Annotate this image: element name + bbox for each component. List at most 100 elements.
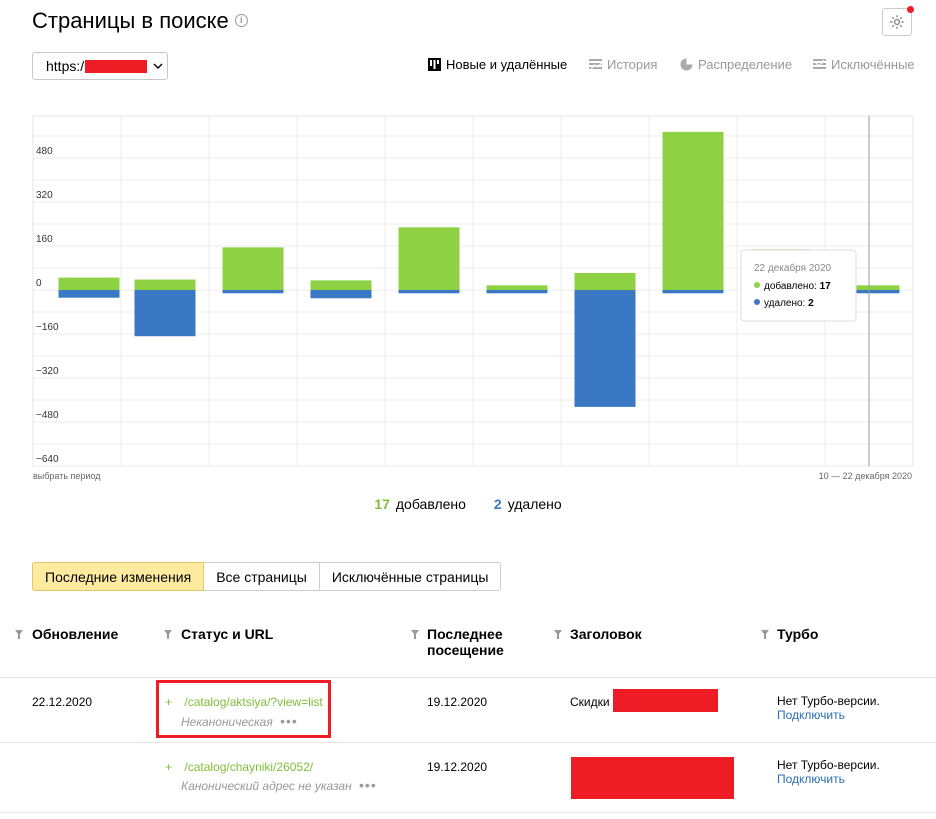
host-select[interactable]: https:/ [32, 52, 168, 80]
tooltip-removed-value: 2 [808, 298, 814, 309]
col-last-visit-line2: посещение [427, 642, 504, 658]
bar-added [310, 280, 372, 290]
summary-removed: 2 удалено [494, 496, 562, 512]
page-url-link[interactable]: /catalog/chayniki/26052/ [184, 760, 313, 774]
page-title: Страницы в поиске i [32, 8, 248, 34]
tab-new-removed[interactable]: Новые и удалённые [428, 57, 567, 72]
removed-label: удалено [507, 496, 562, 512]
row-date: 22.12.2020 [32, 695, 93, 709]
redacted-heading [613, 689, 718, 712]
row-heading: Скидки [570, 695, 610, 709]
tab-label: Распределение [698, 57, 793, 72]
chart-svg: 480 320 160 0 −160 −320 −480 −640 выбрать период… [32, 115, 914, 481]
tooltip-removed: удалено: 2 [764, 298, 814, 309]
tab-history[interactable]: История [589, 57, 657, 72]
table-row-url: + /catalog/chayniki/26052/ [165, 760, 313, 774]
highlight-box [156, 680, 331, 738]
chart-right-caption: 10 — 22 декабря 2020 [819, 471, 912, 481]
y-tick-label: 160 [36, 234, 53, 245]
tab-excluded-pages[interactable]: Исключённые страницы [319, 562, 502, 591]
removed-count: 2 [493, 496, 502, 512]
turbo-status: Нет Турбо-версии. [777, 758, 880, 772]
filter-icon[interactable] [761, 630, 769, 639]
tab-label: История [607, 57, 658, 72]
y-tick-label: −480 [36, 410, 59, 421]
tooltip-added-dot [754, 282, 760, 288]
bar-removed [222, 290, 284, 294]
y-tick-label: 320 [36, 190, 53, 201]
bar-removed [398, 290, 460, 294]
page: Страницы в поиске i https:/ Новые и удалё… [0, 0, 936, 819]
col-last-visit[interactable]: Последнее посещение [427, 626, 504, 658]
bar-added [662, 131, 724, 290]
settings-button[interactable] [882, 6, 914, 36]
notification-dot [907, 6, 914, 13]
more-icon[interactable]: ••• [359, 777, 377, 793]
turbo-connect-link[interactable]: Подключить [777, 708, 845, 722]
redacted-host [85, 59, 148, 73]
bar-removed [662, 290, 724, 294]
info-icon[interactable]: i [234, 13, 248, 27]
bar-removed [310, 290, 372, 299]
filter-icon[interactable] [164, 630, 172, 639]
row-divider [0, 812, 936, 813]
tab-excluded[interactable]: Исключённые [813, 57, 915, 72]
tab-distribution[interactable]: Распределение [680, 57, 792, 72]
bar-removed [486, 290, 548, 294]
status-text: Канонический адрес не указан [181, 779, 352, 793]
bar-removed [574, 290, 636, 407]
col-heading[interactable]: Заголовок [570, 626, 642, 642]
row-visit: 19.12.2020 [427, 760, 488, 774]
filter-icon[interactable] [411, 630, 419, 639]
segment-tabs: Последние изменения Все страницы Исключё… [32, 562, 502, 591]
y-tick-label: 0 [36, 278, 42, 289]
y-tick-label: 480 [36, 146, 53, 157]
col-status-url[interactable]: Статус и URL [181, 626, 273, 642]
excluded-icon [813, 59, 826, 69]
gear-icon [890, 15, 904, 29]
tooltip-added: добавлено: 17 [764, 280, 831, 292]
page-status: Канонический адрес не указан ••• [181, 777, 377, 793]
col-updated[interactable]: Обновление [32, 626, 118, 642]
chevron-down-icon [153, 63, 163, 69]
filter-icon[interactable] [554, 630, 562, 639]
bar-added [486, 285, 548, 290]
turbo-status: Нет Турбо-версии. [777, 694, 880, 708]
pie-chart-icon [680, 58, 693, 71]
host-select-value: https:/ [46, 58, 85, 74]
row-visit: 19.12.2020 [427, 695, 488, 709]
tab-label: Новые и удалённые [446, 57, 568, 72]
tab-recent-changes[interactable]: Последние изменения [32, 562, 205, 591]
bar-removed [58, 290, 120, 298]
col-last-visit-line1: Последнее [427, 626, 503, 642]
tab-label: Исключённые [831, 57, 915, 72]
tab-all-pages[interactable]: Все страницы [204, 562, 320, 591]
tooltip-added-value: 17 [820, 281, 832, 292]
bar-added [574, 272, 636, 290]
turbo-connect-link[interactable]: Подключить [777, 772, 845, 786]
tooltip-removed-dot [754, 299, 760, 305]
bar-added [222, 247, 284, 290]
added-count: 17 [374, 496, 390, 512]
summary: 17 добавлено 2 удалено [0, 496, 936, 512]
page-title-text: Страницы в поиске [32, 8, 229, 33]
summary-added: 17 добавлено [374, 496, 466, 512]
y-tick-label: −640 [36, 454, 59, 465]
filter-icon[interactable] [15, 630, 23, 639]
bar-removed [134, 290, 196, 337]
added-label: добавлено [395, 496, 466, 512]
history-icon [589, 59, 602, 70]
bar-added [134, 279, 196, 290]
redacted-heading [571, 757, 734, 799]
bar-chart-icon [428, 58, 441, 71]
y-tick-label: −160 [36, 322, 59, 333]
row-divider [0, 677, 936, 678]
col-turbo[interactable]: Турбо [777, 626, 818, 642]
row-divider [0, 742, 936, 743]
tooltip-date: 22 декабря 2020 [754, 262, 832, 274]
y-tick-label: −320 [36, 366, 59, 377]
bar-added [398, 227, 460, 290]
bar-added [58, 277, 120, 290]
chart-left-caption: выбрать период [33, 471, 101, 481]
added-marker: + [165, 760, 173, 774]
